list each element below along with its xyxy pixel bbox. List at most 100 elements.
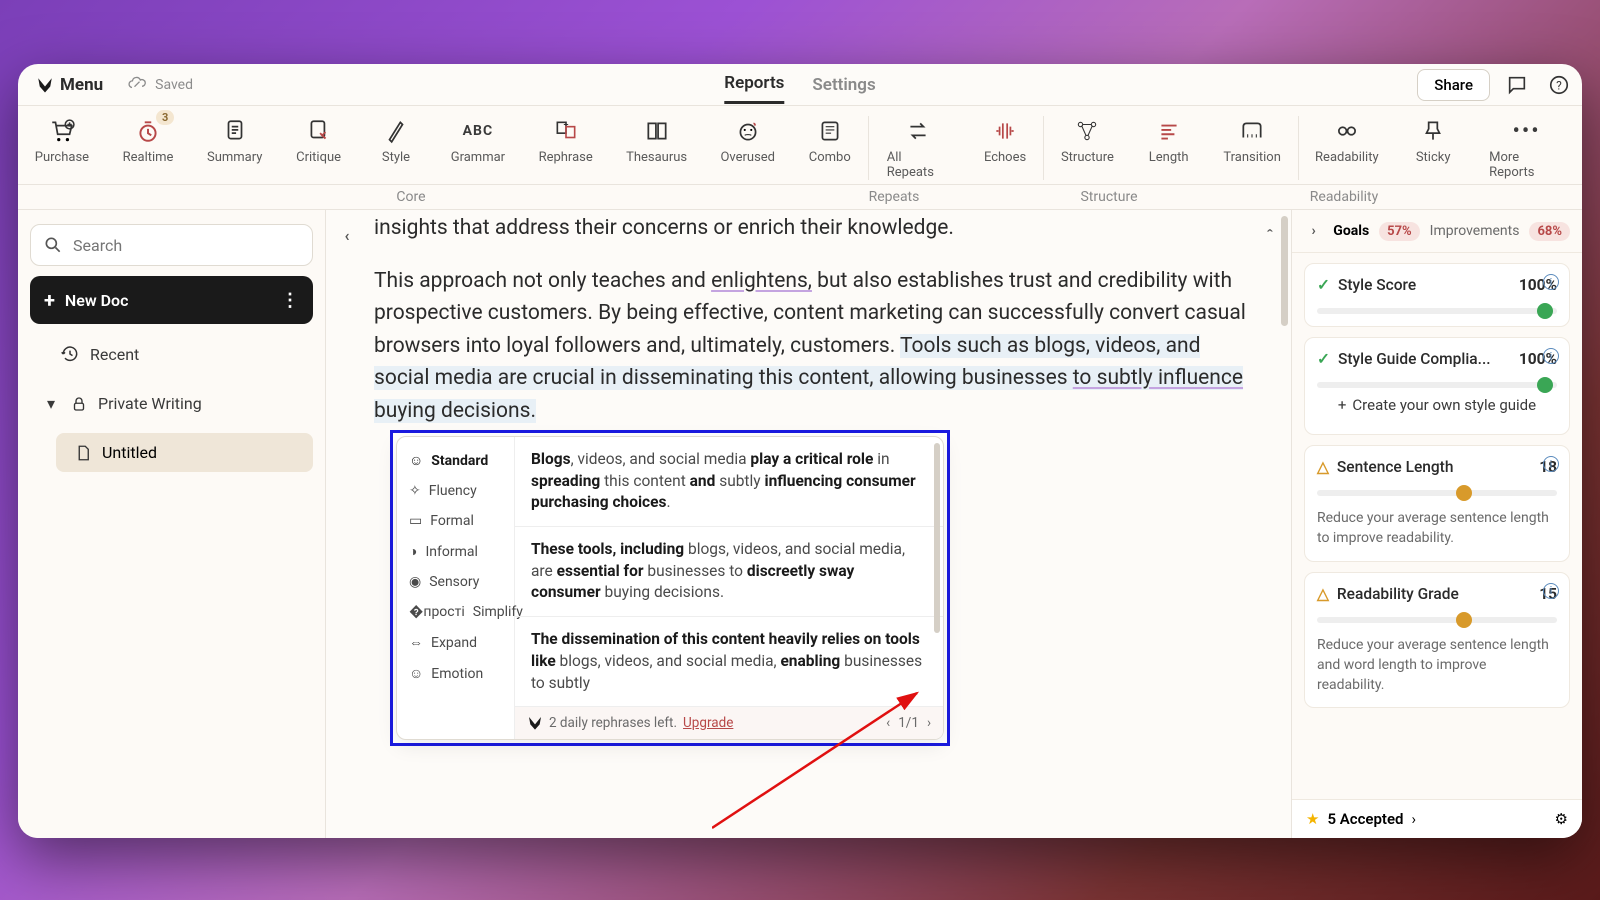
rephrase-suggestions: Blogs, videos, and social media play a c…	[515, 437, 943, 739]
pager-next-icon[interactable]: ›	[927, 715, 931, 731]
tab-settings[interactable]: Settings	[812, 67, 875, 103]
file-icon	[74, 444, 92, 462]
expand-icon: ⇔	[409, 634, 423, 651]
upgrade-link[interactable]: Upgrade	[683, 715, 733, 731]
star-icon: ★	[1306, 810, 1319, 828]
suggestions-scrollbar[interactable]	[934, 443, 940, 633]
tool-all-repeats[interactable]: All Repeats	[869, 112, 967, 184]
cloud-saved-icon	[127, 75, 147, 95]
tab-reports[interactable]: Reports	[724, 65, 784, 104]
share-button[interactable]: Share	[1417, 69, 1490, 101]
search-box[interactable]	[30, 224, 313, 266]
tool-style[interactable]: Style	[358, 112, 434, 184]
new-doc-button[interactable]: + New Doc ⋮	[30, 276, 313, 324]
accepted-count: 5 Accepted	[1327, 810, 1403, 828]
doc-line: insights that address their concerns or …	[374, 212, 1253, 245]
goals-panel: › Goals 57% Improvements 68% i ✓Style Sc…	[1292, 210, 1582, 838]
info-icon[interactable]: i	[1543, 456, 1559, 472]
tool-more-reports[interactable]: •••More Reports	[1471, 112, 1582, 184]
tool-purchase[interactable]: Purchase	[18, 112, 106, 184]
help-icon[interactable]: ?	[1544, 70, 1574, 100]
tool-echoes[interactable]: Echoes	[967, 112, 1043, 184]
rephrase-quota: 2 daily rephrases left.	[549, 715, 677, 731]
mode-sensory[interactable]: ◉Sensory	[397, 567, 514, 597]
rephrase-footer: 2 daily rephrases left. Upgrade ‹ 1/1 ›	[515, 706, 943, 739]
collapse-panel-icon[interactable]: ›	[1304, 220, 1323, 242]
menu-label: Menu	[60, 75, 103, 95]
tool-transition[interactable]: Transition	[1207, 112, 1298, 184]
plus-icon: +	[1338, 396, 1347, 414]
rephrase-popup: ☺Standard ✧Fluency ▭Formal ◑Informal ◉Se…	[396, 436, 944, 740]
slider[interactable]	[1317, 490, 1557, 496]
editor-area: ‹ ˆ insights that address their concerns…	[326, 210, 1292, 838]
tool-rephrase[interactable]: Rephrase	[522, 112, 610, 184]
mode-simplify[interactable]: �простiSimplify	[397, 597, 514, 627]
suggestion-2[interactable]: These tools, including blogs, videos, an…	[515, 527, 943, 617]
smile-icon: ☺	[409, 452, 423, 469]
history-icon	[60, 344, 80, 364]
settings-gear-icon[interactable]: ⚙	[1555, 810, 1568, 828]
card-style-guide[interactable]: i ✓Style Guide Complia...100% +Create yo…	[1304, 337, 1570, 435]
lock-icon	[70, 395, 88, 413]
app-window: Menu Saved Reports Settings Share ? Purc…	[18, 64, 1582, 838]
tool-thesaurus[interactable]: Thesaurus	[610, 112, 704, 184]
tool-length[interactable]: Length	[1131, 112, 1207, 184]
search-input[interactable]	[73, 236, 300, 255]
improvements-pct: 68%	[1529, 222, 1570, 241]
tool-critique[interactable]: Critique	[279, 112, 358, 184]
slider[interactable]	[1317, 382, 1557, 388]
comments-icon[interactable]	[1502, 70, 1532, 100]
svg-text:?: ?	[1556, 78, 1562, 92]
eye-icon: ◉	[409, 574, 421, 590]
tool-realtime[interactable]: 3Realtime	[106, 112, 191, 184]
app-logo-small-icon	[527, 715, 543, 731]
sparkle-icon: ✧	[409, 483, 421, 499]
warning-icon: △	[1317, 585, 1329, 603]
card-readability-grade[interactable]: i △Readability Grade15 Reduce your avera…	[1304, 572, 1570, 709]
mode-standard[interactable]: ☺Standard	[397, 445, 514, 476]
warning-icon: △	[1317, 458, 1329, 476]
search-icon	[43, 235, 63, 255]
goals-pct: 57%	[1379, 222, 1420, 241]
mode-informal[interactable]: ◑Informal	[397, 536, 514, 567]
chevron-right-icon: ›	[1411, 810, 1416, 828]
topbar: Menu Saved Reports Settings Share ?	[18, 64, 1582, 106]
pager-prev-icon[interactable]: ‹	[886, 715, 890, 731]
sidebar-file-untitled[interactable]: Untitled	[56, 433, 313, 472]
doc-paragraph: This approach not only teaches and enlig…	[374, 265, 1253, 428]
mode-emotion[interactable]: ☺Emotion	[397, 658, 514, 689]
info-icon[interactable]: i	[1543, 274, 1559, 290]
tool-sticky[interactable]: Sticky	[1395, 112, 1471, 184]
sidebar-recent[interactable]: Recent	[48, 334, 313, 374]
rephrase-popup-annotation: ☺Standard ✧Fluency ▭Formal ◑Informal ◉Se…	[390, 430, 950, 746]
create-style-guide[interactable]: +Create your own style guide	[1317, 388, 1557, 422]
mode-expand[interactable]: ⇔Expand	[397, 627, 514, 658]
goals-header: › Goals 57% Improvements 68%	[1292, 210, 1582, 253]
tool-combo[interactable]: Combo	[792, 112, 868, 184]
check-icon: ✓	[1317, 350, 1330, 368]
mode-fluency[interactable]: ✧Fluency	[397, 476, 514, 506]
plus-icon: +	[44, 288, 55, 312]
slider[interactable]	[1317, 617, 1557, 623]
slider[interactable]	[1317, 308, 1557, 314]
document-body[interactable]: insights that address their concerns or …	[374, 212, 1253, 427]
info-icon[interactable]: i	[1543, 583, 1559, 599]
info-icon[interactable]: i	[1543, 348, 1559, 364]
tool-grammar[interactable]: ABCGrammar	[434, 112, 522, 184]
goals-label: Goals	[1333, 223, 1369, 239]
suggestion-3[interactable]: The dissemination of this content heavil…	[515, 617, 943, 706]
accepted-footer[interactable]: ★ 5 Accepted › ⚙	[1292, 799, 1582, 838]
mode-formal[interactable]: ▭Formal	[397, 506, 514, 536]
sidebar-private-writing[interactable]: ▾ Private Writing	[30, 384, 313, 423]
menu-button[interactable]: Menu	[26, 71, 113, 99]
card-sentence-length[interactable]: i △Sentence Length18 Reduce your average…	[1304, 445, 1570, 562]
tool-structure[interactable]: Structure	[1044, 112, 1131, 184]
realtime-badge: 3	[156, 110, 174, 125]
card-style-score[interactable]: i ✓Style Score100%	[1304, 263, 1570, 327]
tool-readability[interactable]: Readability	[1299, 112, 1396, 184]
pager-count: 1/1	[898, 715, 919, 731]
suggestion-1[interactable]: Blogs, videos, and social media play a c…	[515, 437, 943, 527]
new-doc-more-icon[interactable]: ⋮	[281, 290, 299, 311]
tool-overused[interactable]: Overused	[704, 112, 792, 184]
tool-summary[interactable]: Summary	[190, 112, 279, 184]
